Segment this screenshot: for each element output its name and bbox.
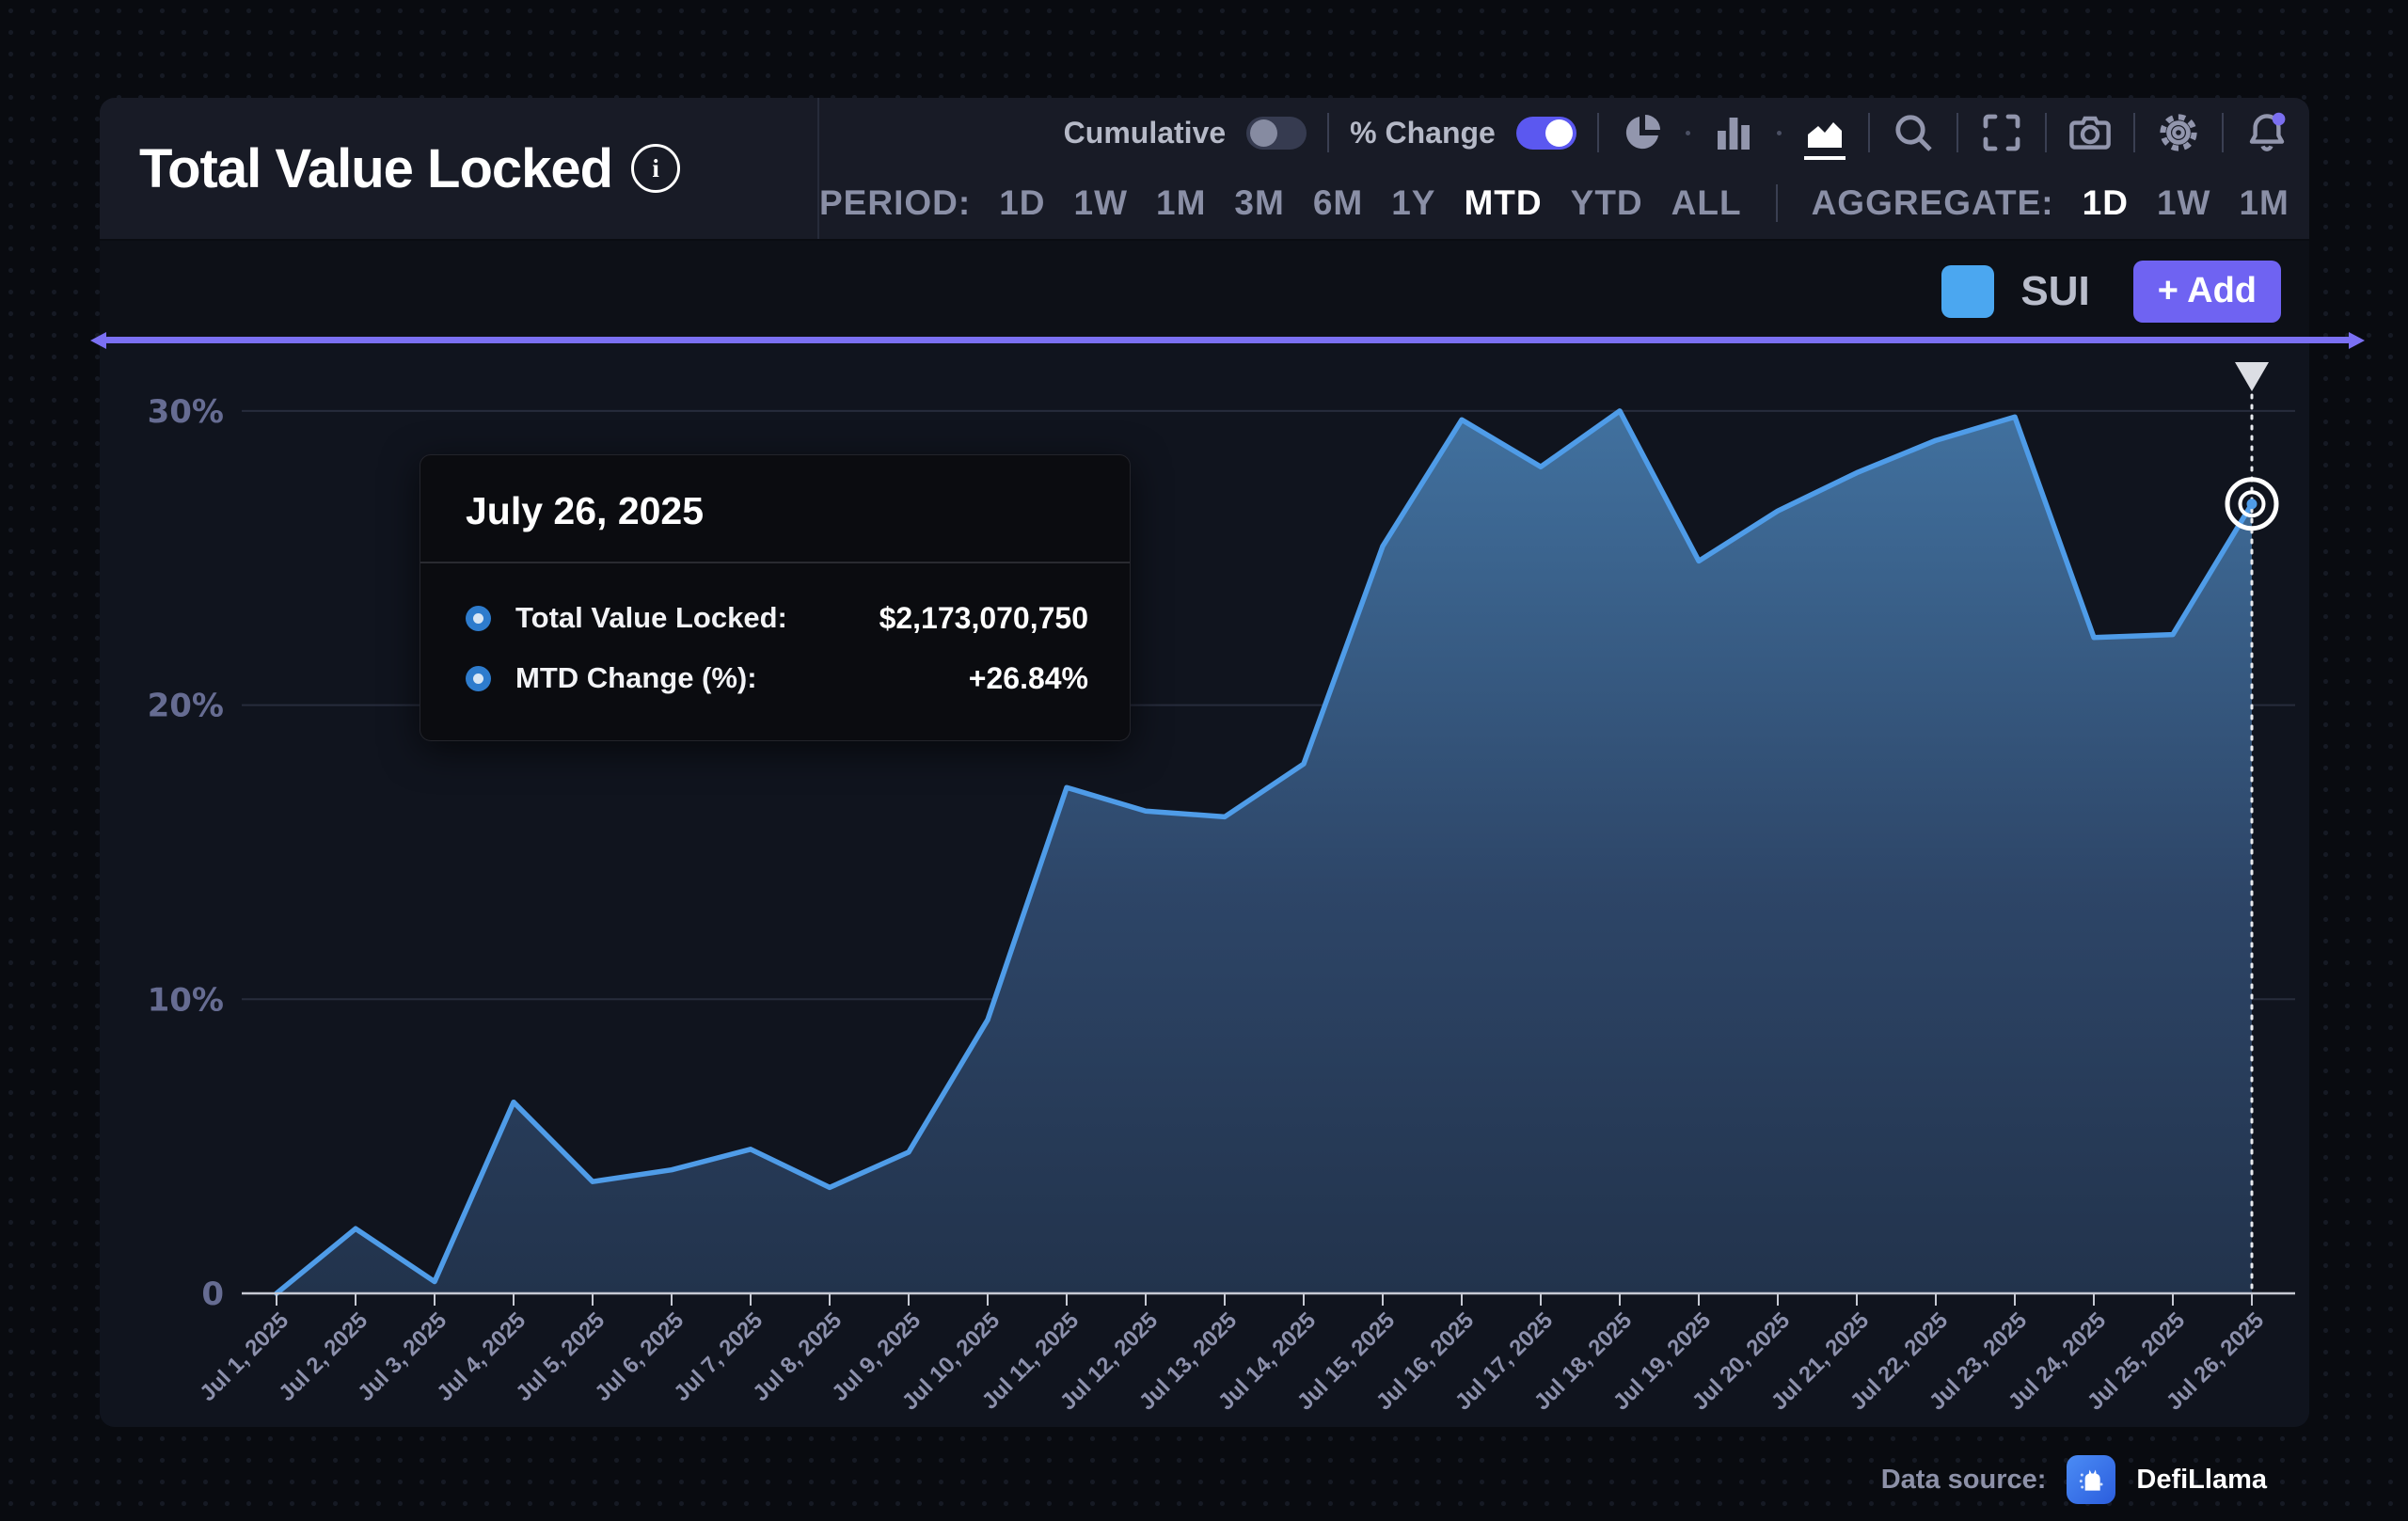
period-row: PERIOD: 1D 1W 1M 3M 6M 1Y MTD YTD ALL AGGREGATE:… [819, 167, 2309, 239]
period-option-all[interactable]: ALL [1671, 183, 1742, 223]
period-label: PERIOD: [819, 183, 971, 223]
tooltip-date: July 26, 2025 [420, 455, 1130, 563]
percent-change-label: % Change [1350, 116, 1496, 151]
data-source-name: DefiLlama [2136, 1465, 2267, 1496]
tooltip-row-value: $2,173,070,750 [879, 601, 1088, 636]
data-source-footer: Data source: DefiLlama [1881, 1450, 2267, 1510]
aggregate-label: AGGREGATE: [1812, 183, 2054, 223]
area-chart-icon[interactable] [1802, 110, 1847, 155]
series-swatch-sui[interactable] [1941, 265, 1994, 318]
pie-chart-icon[interactable] [1620, 110, 1665, 155]
aggregate-option-1m[interactable]: 1M [2239, 183, 2289, 223]
notifications-icon[interactable] [2244, 110, 2289, 155]
chart-tooltip: July 26, 2025 Total Value Locked: $2,173… [420, 454, 1131, 741]
period-options: 1D 1W 1M 3M 6M 1Y MTD YTD ALL [999, 183, 1741, 223]
tvl-chart-panel: Total Value Locked i Cumulative % Change [100, 98, 2309, 1427]
chart-range-slider[interactable] [105, 337, 2350, 343]
add-series-button[interactable]: + Add [2133, 261, 2281, 323]
defillama-logo-icon[interactable] [2067, 1455, 2115, 1504]
divider [2222, 113, 2224, 152]
cumulative-toggle[interactable] [1246, 117, 1307, 150]
aggregate-option-1d[interactable]: 1D [2083, 183, 2129, 223]
divider [2133, 113, 2135, 152]
tooltip-body: Total Value Locked: $2,173,070,750 MTD C… [420, 563, 1130, 740]
tooltip-row: Total Value Locked: $2,173,070,750 [466, 588, 1088, 648]
tooltip-row: MTD Change (%): +26.84% [466, 648, 1088, 708]
series-dot-icon [466, 666, 491, 691]
divider [1597, 113, 1599, 152]
tooltip-row-label: MTD Change (%): [515, 661, 757, 695]
dot-separator [1777, 131, 1782, 135]
period-option-3m[interactable]: 3M [1234, 183, 1284, 223]
divider [1868, 113, 1870, 152]
divider [1327, 113, 1329, 152]
percent-change-toggle[interactable] [1516, 117, 1576, 150]
title-area: Total Value Locked i [100, 98, 819, 239]
data-source-label: Data source: [1881, 1465, 2047, 1496]
aggregate-option-1w[interactable]: 1W [2157, 183, 2211, 223]
bar-chart-icon[interactable] [1711, 110, 1756, 155]
tooltip-row-value: +26.84% [969, 661, 1088, 696]
period-option-mtd[interactable]: MTD [1464, 183, 1542, 223]
controls-row: Cumulative % Change [819, 98, 2309, 167]
header-controls: Cumulative % Change [819, 98, 2309, 239]
panel-header: Total Value Locked i Cumulative % Change [100, 98, 2309, 241]
legend-row: SUI + Add [100, 241, 2309, 341]
notification-badge [2273, 113, 2286, 126]
divider [1776, 184, 1778, 222]
period-option-1y[interactable]: 1Y [1391, 183, 1435, 223]
period-option-1w[interactable]: 1W [1074, 183, 1129, 223]
divider [1956, 113, 1958, 152]
tooltip-row-label: Total Value Locked: [515, 601, 787, 635]
camera-icon[interactable] [2067, 110, 2113, 155]
period-option-ytd[interactable]: YTD [1571, 183, 1643, 223]
divider [2045, 113, 2047, 152]
page-title: Total Value Locked [139, 137, 612, 200]
cumulative-label: Cumulative [1064, 116, 1226, 151]
search-icon[interactable] [1891, 110, 1936, 155]
fullscreen-icon[interactable] [1979, 110, 2024, 155]
settings-icon[interactable] [2156, 110, 2201, 155]
period-option-6m[interactable]: 6M [1313, 183, 1363, 223]
toggle-knob [1545, 119, 1573, 147]
series-name-sui: SUI [2020, 268, 2089, 315]
series-dot-icon [466, 606, 491, 631]
period-option-1m[interactable]: 1M [1156, 183, 1206, 223]
period-option-1d[interactable]: 1D [999, 183, 1045, 223]
aggregate-options: 1D 1W 1M [2083, 183, 2289, 223]
dot-separator [1686, 131, 1690, 135]
toggle-knob [1250, 119, 1277, 147]
info-icon[interactable]: i [631, 144, 680, 193]
